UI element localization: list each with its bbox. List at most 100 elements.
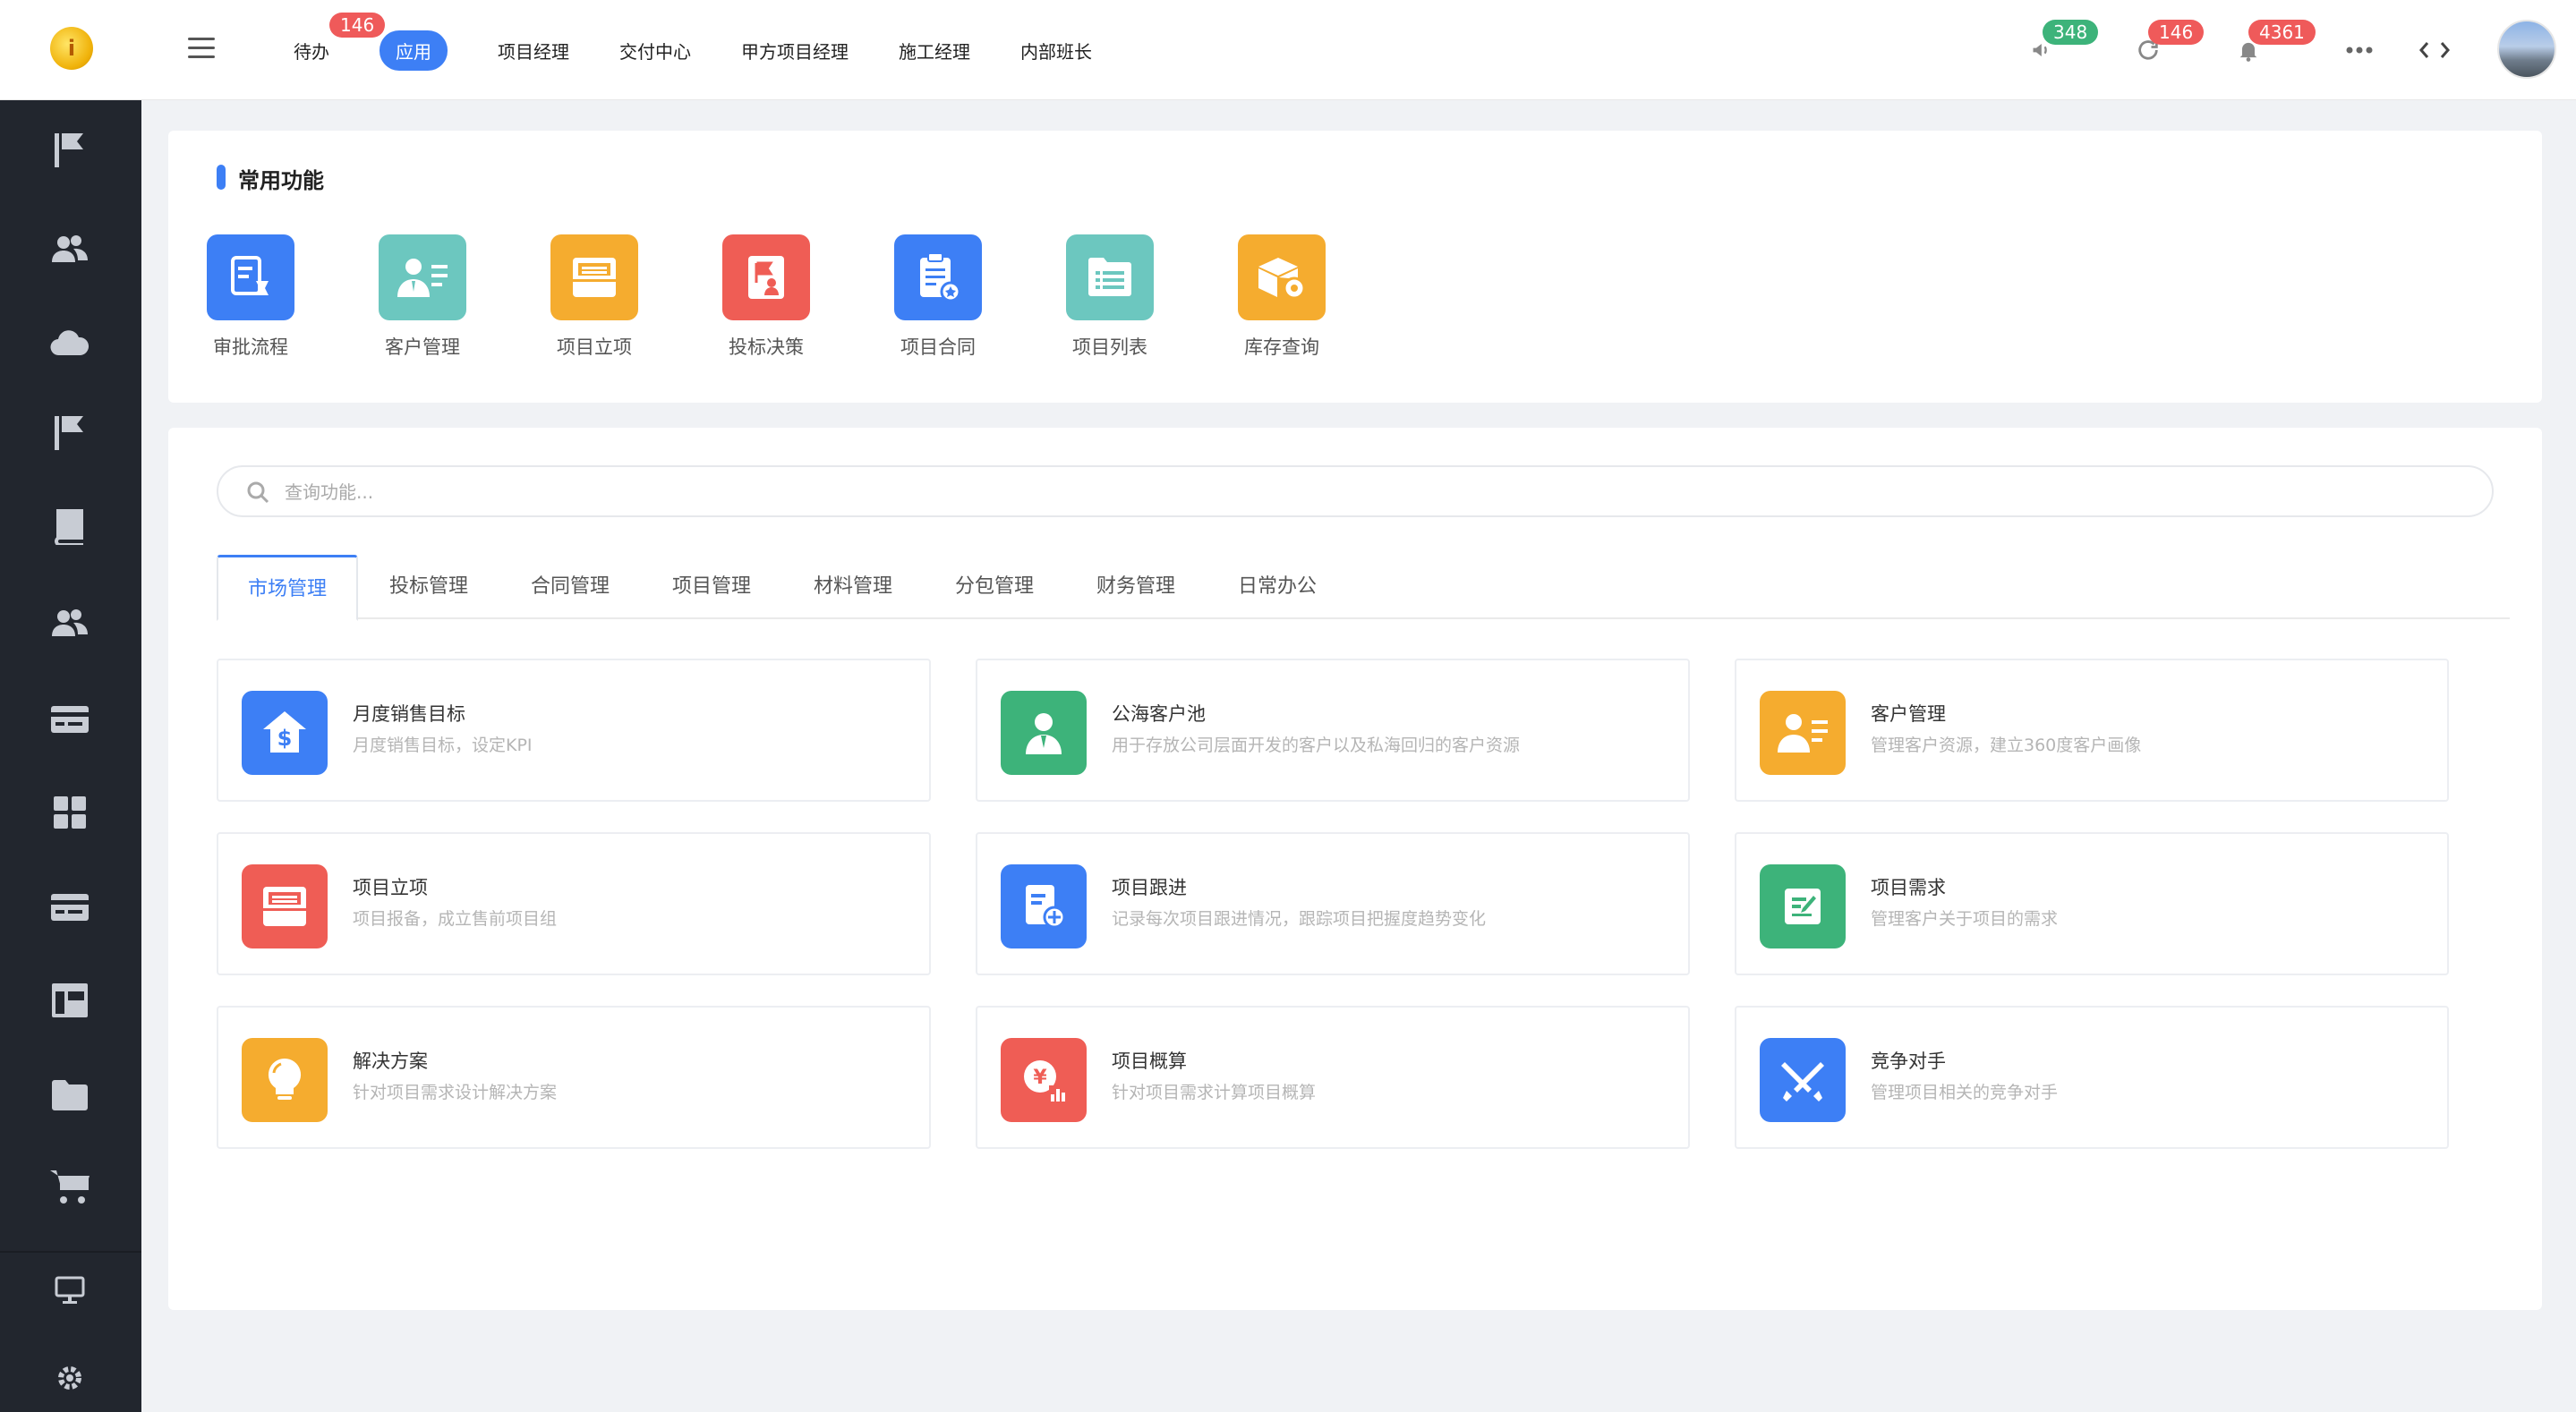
category-tabs: 市场管理 投标管理 合同管理 项目管理 材料管理 分包管理 财务管理 日常办公 <box>217 555 2510 621</box>
nav-item-label: 待办 <box>294 40 329 63</box>
sidebar-item-flag-2[interactable] <box>48 412 91 455</box>
function-title: 竞争对手 <box>1871 1050 1946 1072</box>
function-title: 项目概算 <box>1112 1050 1187 1072</box>
tab-finance-management[interactable]: 财务管理 <box>1065 555 1207 619</box>
tab-bid-management[interactable]: 投标管理 <box>358 555 499 619</box>
nav-item-todo[interactable]: 待办 146 <box>294 12 386 64</box>
tab-subcontract-management[interactable]: 分包管理 <box>924 555 1065 619</box>
person-card-icon <box>1760 691 1846 775</box>
quick-project-list[interactable]: 项目列表 <box>1056 234 1164 360</box>
book-icon <box>55 509 83 545</box>
sidebar-item-monitor[interactable] <box>48 1269 91 1312</box>
function-card-public-customer-pool[interactable]: 公海客户池 用于存放公司层面开发的客户以及私海回归的客户资源 <box>976 659 1690 802</box>
function-card-project-requirements[interactable]: 项目需求 管理客户关于项目的需求 <box>1735 832 2449 975</box>
box-icon <box>550 234 638 320</box>
more-button[interactable] <box>2341 32 2377 68</box>
nav-item-label: 施工经理 <box>899 40 970 63</box>
logo[interactable]: i <box>50 27 93 70</box>
function-card-competitors[interactable]: 竞争对手 管理项目相关的竞争对手 <box>1735 1006 2449 1149</box>
sidebar-item-book[interactable] <box>48 505 91 548</box>
function-card-monthly-sales-target[interactable]: $ 月度销售目标 月度销售目标，设定KPI <box>217 659 931 802</box>
sidebar-item-cloud[interactable] <box>48 322 91 365</box>
folder-icon <box>52 1080 88 1110</box>
list-folder-icon <box>1066 234 1154 320</box>
nav-item-label: 应用 <box>396 40 431 63</box>
function-desc: 用于存放公司层面开发的客户以及私海回归的客户资源 <box>1112 736 1521 755</box>
function-title: 项目跟进 <box>1112 877 1187 898</box>
function-card-solution[interactable]: 解决方案 针对项目需求设计解决方案 <box>217 1006 931 1149</box>
person-card-icon <box>379 234 466 320</box>
function-title: 公海客户池 <box>1112 703 1206 725</box>
sidebar-item-folder[interactable] <box>48 1074 91 1117</box>
users-icon <box>52 609 88 636</box>
svg-text:$: $ <box>277 726 293 751</box>
approval-icon <box>207 234 294 320</box>
notification-button[interactable]: 4361 <box>2231 20 2316 68</box>
quick-label: 项目立项 <box>557 336 632 358</box>
function-card-project-estimate[interactable]: ¥ 项目概算 针对项目需求计算项目概算 <box>976 1006 1690 1149</box>
quick-label: 投标决策 <box>729 336 804 358</box>
function-card-project-follow-up[interactable]: 项目跟进 记录每次项目跟进情况，跟踪项目把握度趋势变化 <box>976 832 1690 975</box>
person-icon <box>1001 691 1087 775</box>
nav-item-delivery-center[interactable]: 交付中心 <box>619 38 691 64</box>
tab-market-management[interactable]: 市场管理 <box>217 555 358 621</box>
flag-icon <box>55 133 83 167</box>
function-title: 项目立项 <box>353 877 428 898</box>
sidebar-item-users[interactable] <box>48 227 91 270</box>
top-nav: 待办 146 应用 项目经理 交付中心 甲方项目经理 施工经理 内部班长 <box>269 0 1142 100</box>
quick-label: 库存查询 <box>1244 336 1319 358</box>
menu-toggle-icon[interactable] <box>188 38 215 59</box>
tab-project-management[interactable]: 项目管理 <box>641 555 782 619</box>
nav-item-team-leader[interactable]: 内部班长 <box>1020 38 1092 64</box>
nav-item-construction-manager[interactable]: 施工经理 <box>899 38 970 64</box>
user-avatar[interactable] <box>2497 20 2556 79</box>
sidebar-item-layout[interactable] <box>48 979 91 1022</box>
nav-item-project-manager[interactable]: 项目经理 <box>498 38 569 64</box>
quick-project-contract[interactable]: 项目合同 <box>884 234 992 360</box>
yen-chart-icon: ¥ <box>1001 1038 1087 1122</box>
tab-daily-office[interactable]: 日常办公 <box>1207 555 1348 619</box>
nav-item-client-pm[interactable]: 甲方项目经理 <box>741 38 849 64</box>
sidebar-item-flag[interactable] <box>48 129 91 172</box>
bid-flag-icon <box>722 234 810 320</box>
sync-button[interactable]: 146 <box>2130 20 2205 68</box>
chevrons-lr-icon <box>2419 42 2450 58</box>
quick-bid-decision[interactable]: 投标决策 <box>712 234 820 360</box>
search-input[interactable] <box>285 476 2433 508</box>
quick-approval-flow[interactable]: 审批流程 <box>197 234 304 360</box>
sidebar-item-users-2[interactable] <box>48 601 91 644</box>
edit-icon <box>1760 864 1846 948</box>
sidebar-item-settings[interactable] <box>48 1357 91 1399</box>
quick-customer-management[interactable]: 客户管理 <box>369 234 476 360</box>
nav-item-label: 项目经理 <box>498 40 569 63</box>
box-icon <box>242 864 328 948</box>
function-desc: 管理客户资源，建立360度客户画像 <box>1871 736 2142 755</box>
function-card-project-initiation[interactable]: 项目立项 项目报备，成立售前项目组 <box>217 832 931 975</box>
function-desc: 月度销售目标，设定KPI <box>353 736 533 755</box>
sidebar-divider <box>0 1251 141 1253</box>
search-box[interactable] <box>217 465 2494 517</box>
section-title: 常用功能 <box>217 163 324 194</box>
function-title: 项目需求 <box>1871 877 1946 898</box>
function-browser-panel: 市场管理 投标管理 合同管理 项目管理 材料管理 分包管理 财务管理 日常办公 … <box>168 428 2542 1310</box>
sidebar-item-grid[interactable] <box>48 791 91 834</box>
more-dots-icon <box>2346 47 2373 54</box>
flag-icon <box>55 416 83 450</box>
function-title: 客户管理 <box>1871 703 1946 725</box>
quick-inventory-query[interactable]: 库存查询 <box>1228 234 1335 360</box>
quick-project-initiation[interactable]: 项目立项 <box>541 234 648 360</box>
sidebar-item-cart[interactable] <box>48 1165 91 1208</box>
doc-plus-icon <box>1001 864 1087 948</box>
sidebar <box>0 100 141 1412</box>
tab-material-management[interactable]: 材料管理 <box>782 555 924 619</box>
users-icon <box>52 235 88 262</box>
tab-contract-management[interactable]: 合同管理 <box>499 555 641 619</box>
sidebar-item-card[interactable] <box>48 698 91 741</box>
announcement-button[interactable]: 348 <box>2025 20 2099 68</box>
function-card-customer-management[interactable]: 客户管理 管理客户资源，建立360度客户画像 <box>1735 659 2449 802</box>
sidebar-item-card-2[interactable] <box>48 886 91 929</box>
nav-item-apps[interactable]: 应用 <box>380 30 448 71</box>
grid-icon <box>54 796 86 829</box>
function-desc: 项目报备，成立售前项目组 <box>353 909 558 929</box>
code-toggle-button[interactable] <box>2417 32 2452 68</box>
